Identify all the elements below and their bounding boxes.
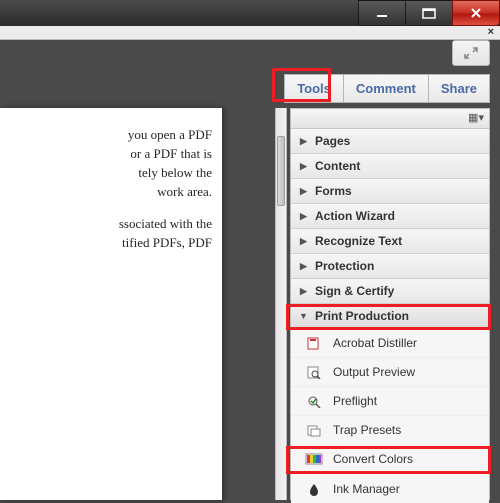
group-label: Content xyxy=(315,159,360,173)
group-label: Forms xyxy=(315,184,352,198)
vertical-scrollbar[interactable] xyxy=(275,108,287,500)
chevron-right-icon: ▶ xyxy=(299,261,308,272)
restore-panels-button[interactable] xyxy=(452,40,490,66)
work-area: you open a PDF or a PDF that is tely bel… xyxy=(0,108,500,500)
group-action-wizard[interactable]: ▶ Action Wizard xyxy=(291,204,489,229)
doc-text: you open a PDF xyxy=(128,127,212,142)
scrollbar-thumb[interactable] xyxy=(277,136,285,206)
group-label: Pages xyxy=(315,134,350,148)
group-label: Sign & Certify xyxy=(315,284,394,298)
item-output-preview[interactable]: Output Preview xyxy=(291,358,489,387)
group-content[interactable]: ▶ Content xyxy=(291,154,489,179)
chevron-right-icon: ▶ xyxy=(299,236,308,247)
item-trap-presets[interactable]: Trap Presets xyxy=(291,416,489,445)
doc-text: tified PDFs, PDF xyxy=(122,235,212,250)
sidebar-toolbar: ▦▾ xyxy=(291,109,489,129)
panel-close-x[interactable]: × xyxy=(488,26,494,38)
close-button[interactable] xyxy=(452,0,500,26)
chevron-right-icon: ▶ xyxy=(299,286,308,297)
item-label: Convert Colors xyxy=(333,452,413,466)
doc-text: or a PDF that is xyxy=(130,146,212,161)
distiller-icon xyxy=(305,336,323,350)
chevron-right-icon: ▶ xyxy=(299,136,308,147)
item-ink-manager[interactable]: Ink Manager xyxy=(291,474,489,503)
item-convert-colors[interactable]: Convert Colors xyxy=(291,445,489,474)
group-sign-certify[interactable]: ▶ Sign & Certify xyxy=(291,279,489,304)
trap-presets-icon xyxy=(305,423,323,437)
tab-comment[interactable]: Comment xyxy=(343,74,429,103)
minimize-button[interactable] xyxy=(358,0,406,26)
group-label: Print Production xyxy=(315,309,409,323)
output-preview-icon xyxy=(305,365,323,379)
group-label: Action Wizard xyxy=(315,209,395,223)
right-pane-tabs: Tools Comment Share xyxy=(276,74,490,103)
group-forms[interactable]: ▶ Forms xyxy=(291,179,489,204)
secondary-bar: × xyxy=(0,26,500,40)
convert-colors-icon xyxy=(305,452,323,466)
print-production-items: Acrobat Distiller Output Preview Preflig… xyxy=(291,329,489,503)
item-label: Preflight xyxy=(333,394,377,408)
preflight-icon xyxy=(305,394,323,408)
group-label: Recognize Text xyxy=(315,234,402,248)
group-label: Protection xyxy=(315,259,374,273)
chevron-right-icon: ▶ xyxy=(299,161,308,172)
item-acrobat-distiller[interactable]: Acrobat Distiller xyxy=(291,329,489,358)
chevron-right-icon: ▶ xyxy=(299,186,308,197)
item-label: Output Preview xyxy=(333,365,415,379)
item-label: Acrobat Distiller xyxy=(333,336,417,350)
document-page: you open a PDF or a PDF that is tely bel… xyxy=(0,108,222,500)
chevron-down-icon: ▼ xyxy=(299,311,308,321)
group-recognize-text[interactable]: ▶ Recognize Text xyxy=(291,229,489,254)
doc-text: tely below the xyxy=(138,165,212,180)
tab-share[interactable]: Share xyxy=(428,74,490,103)
sidebar-options-icon[interactable]: ▦▾ xyxy=(469,112,483,126)
item-label: Trap Presets xyxy=(333,423,401,437)
group-print-production[interactable]: ▼ Print Production xyxy=(291,304,489,329)
tab-tools[interactable]: Tools xyxy=(284,74,344,103)
doc-text: ssociated with the xyxy=(119,216,212,231)
item-preflight[interactable]: Preflight xyxy=(291,387,489,416)
doc-text: work area. xyxy=(157,184,212,199)
maximize-button[interactable] xyxy=(405,0,453,26)
item-label: Ink Manager xyxy=(333,482,400,496)
ink-manager-icon xyxy=(305,482,323,496)
chevron-right-icon: ▶ xyxy=(299,211,308,222)
group-protection[interactable]: ▶ Protection xyxy=(291,254,489,279)
window-titlebar xyxy=(0,0,500,26)
group-pages[interactable]: ▶ Pages xyxy=(291,129,489,154)
right-sidebar: ▦▾ ▶ Pages ▶ Content ▶ Forms ▶ Action Wi… xyxy=(290,108,490,500)
